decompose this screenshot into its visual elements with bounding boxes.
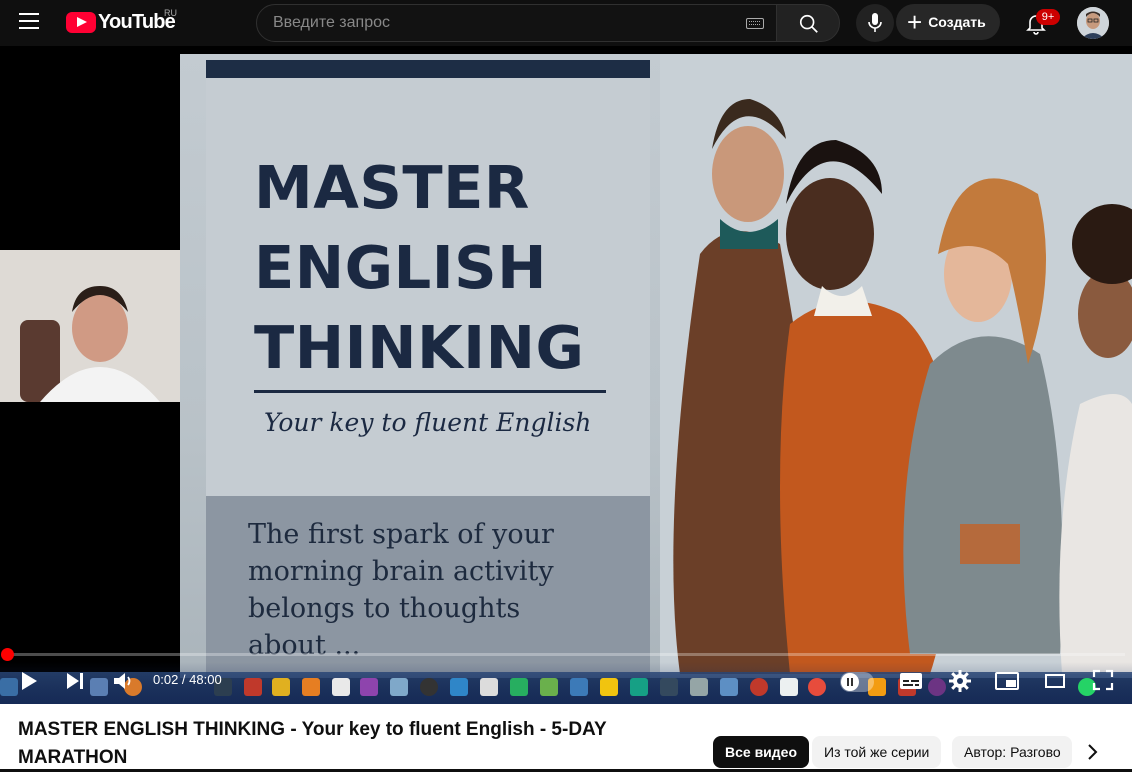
create-button[interactable]: + Создать	[896, 4, 1000, 40]
taskbar-app-icon	[0, 678, 18, 696]
menu-icon[interactable]	[19, 13, 39, 31]
chip-author[interactable]: Автор: Разгово	[952, 736, 1072, 768]
video-info: MASTER ENGLISH THINKING - Your key to fl…	[0, 704, 1132, 769]
video-player[interactable]: MASTER ENGLISH THINKING Your key to flue…	[0, 46, 1132, 704]
taskbar-app-icon	[750, 678, 768, 696]
subtitles-button[interactable]	[898, 670, 924, 697]
webcam-overlay	[0, 250, 180, 402]
search-box	[256, 4, 777, 42]
gear-icon	[949, 670, 971, 692]
taskbar-app-icon	[540, 678, 558, 696]
slide-panel: MASTER ENGLISH THINKING Your key to flue…	[206, 60, 650, 678]
chip-same-series[interactable]: Из той же серии	[812, 736, 942, 768]
taskbar-app-icon	[600, 678, 618, 696]
youtube-play-icon	[66, 12, 96, 33]
slide-text-box: The first spark of your morning brain ac…	[206, 496, 650, 678]
slide-body-line: about ...	[248, 630, 361, 661]
slide-title: MASTER ENGLISH THINKING	[254, 148, 584, 388]
slide-title-line: THINKING	[254, 313, 585, 382]
account-avatar[interactable]	[1077, 7, 1109, 39]
region-code: RU	[164, 8, 177, 18]
miniplayer-button[interactable]	[994, 670, 1020, 697]
taskbar-app-icon	[244, 678, 262, 696]
youtube-logo[interactable]: YouTube	[66, 11, 176, 34]
search-button[interactable]	[776, 4, 840, 42]
settings-button[interactable]	[948, 669, 972, 698]
skip-next-icon	[67, 673, 83, 689]
people-photo	[660, 54, 1132, 678]
masthead: YouTube RU + Создать 9+	[0, 0, 1132, 46]
slide-subtitle: Your key to fluent English	[264, 408, 592, 437]
voice-search-button[interactable]	[856, 4, 894, 42]
taskbar-app-icon	[480, 678, 498, 696]
chips-next-button[interactable]	[1080, 740, 1104, 764]
microphone-icon	[868, 13, 882, 32]
keyboard-icon[interactable]	[746, 18, 764, 29]
slide-body-line: morning brain activity	[248, 556, 554, 587]
notification-badge: 9+	[1036, 9, 1060, 25]
autoplay-toggle[interactable]	[840, 672, 874, 692]
taskbar-app-icon	[570, 678, 588, 696]
taskbar-app-icon	[928, 678, 946, 696]
pause-icon	[841, 673, 859, 691]
taskbar-app-icon	[90, 678, 108, 696]
slide-body-line: The first spark of your	[248, 519, 554, 550]
taskbar-app-icon	[272, 678, 290, 696]
fullscreen-button[interactable]	[1092, 669, 1114, 696]
play-button[interactable]	[18, 670, 40, 697]
scrubber-handle[interactable]	[1, 648, 14, 661]
miniplayer-icon	[995, 672, 1019, 690]
taskbar-app-icon	[808, 678, 826, 696]
slide-title-line: MASTER	[254, 153, 530, 222]
taskbar-app-icon	[302, 678, 320, 696]
chevron-right-icon	[1088, 744, 1098, 760]
video-title: MASTER ENGLISH THINKING - Your key to fl…	[18, 719, 607, 768]
video-frame: MASTER ENGLISH THINKING Your key to flue…	[180, 54, 1132, 678]
plus-icon: +	[907, 7, 923, 37]
slide-body-line: belongs to thoughts	[248, 593, 521, 624]
taskbar-app-icon	[780, 678, 798, 696]
taskbar-app-icon	[390, 678, 408, 696]
fullscreen-icon	[1092, 669, 1114, 691]
theater-icon	[1045, 674, 1065, 688]
next-button[interactable]	[64, 670, 86, 697]
taskbar-app-icon	[332, 678, 350, 696]
captions-icon	[900, 673, 922, 689]
taskbar-app-icon	[630, 678, 648, 696]
taskbar-app-icon	[510, 678, 528, 696]
time-display: 0:02 / 48:00	[153, 672, 222, 687]
volume-icon	[114, 673, 131, 689]
play-icon	[22, 672, 37, 690]
create-label: Создать	[928, 14, 986, 30]
slide-divider	[254, 390, 606, 393]
taskbar-app-icon	[690, 678, 708, 696]
mute-button[interactable]	[112, 670, 136, 697]
taskbar-app-icon	[660, 678, 678, 696]
taskbar-app-icon	[450, 678, 468, 696]
chip-all-videos[interactable]: Все видео	[713, 736, 810, 768]
search-icon	[799, 14, 818, 33]
slide-body-text: The first spark of your morning brain ac…	[248, 516, 638, 664]
taskbar-app-icon	[720, 678, 738, 696]
slide-title-line: ENGLISH	[254, 233, 548, 302]
search-input[interactable]	[273, 5, 733, 41]
progress-bar[interactable]	[7, 653, 1125, 656]
slide-top-bar	[206, 60, 650, 78]
taskbar-app-icon	[420, 678, 438, 696]
taskbar-app-icon	[360, 678, 378, 696]
theater-mode-button[interactable]	[1044, 670, 1066, 697]
